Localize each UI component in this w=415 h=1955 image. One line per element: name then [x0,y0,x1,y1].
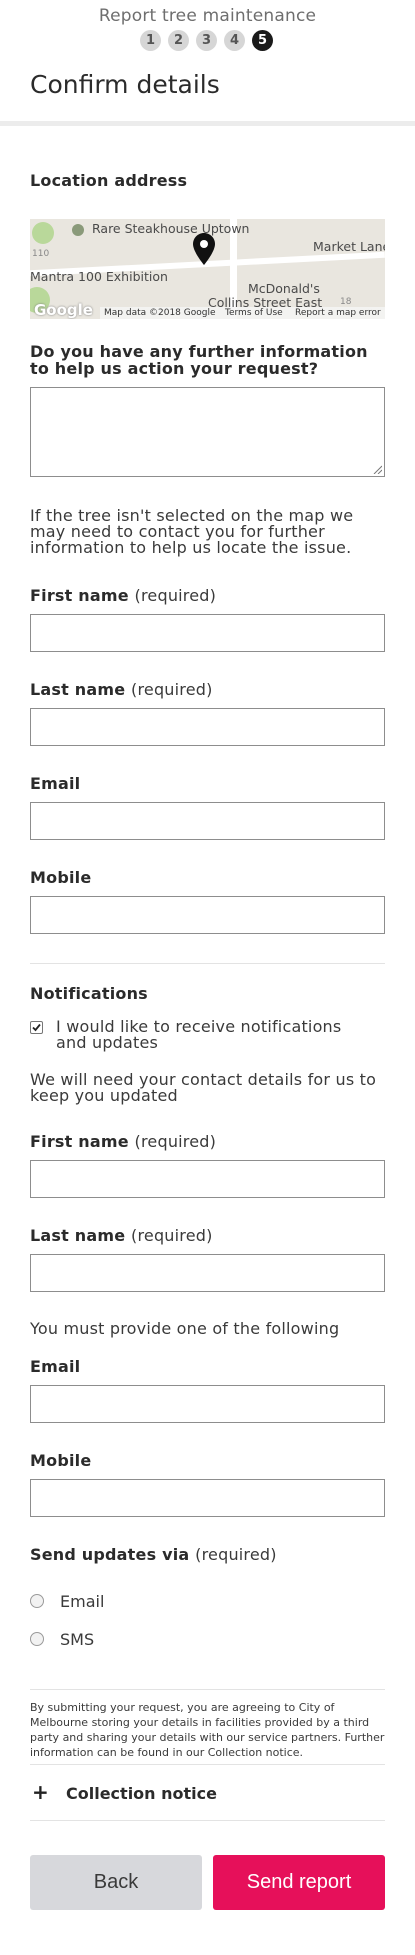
google-logo: Google [34,301,93,319]
divider [30,963,385,964]
mobile-label: Mobile [30,868,92,887]
email-input[interactable] [30,802,385,840]
notifications-checkbox-label[interactable]: I would like to receive notifications an… [56,1019,376,1051]
collection-notice-toggle[interactable]: + Collection notice [30,1780,385,1810]
step-indicator: 1 2 3 4 5 [140,30,273,51]
step-4: 4 [224,30,245,51]
map-poi-icon [72,224,84,236]
map-place: McDonald's [248,281,320,296]
checkmark-icon [32,1023,41,1032]
notify-email-input[interactable] [30,1385,385,1423]
page-header: Report tree maintenance 1 2 3 4 5 Confir… [0,0,415,126]
privacy-statement: By submitting your request, you are agre… [30,1701,385,1759]
map-report-error-link[interactable]: Report a map error [295,308,381,318]
send-via-email-label[interactable]: Email [60,1592,104,1611]
notify-first-name-input[interactable] [30,1160,385,1198]
map-place: Rare Steakhouse Uptown [92,221,250,236]
first-name-input[interactable] [30,614,385,652]
notify-last-name-label: Last name (required) [30,1226,213,1245]
notify-mobile-input[interactable] [30,1479,385,1517]
header-title: Report tree maintenance [98,6,317,26]
notify-email-label: Email [30,1357,81,1376]
send-via-email-radio[interactable] [30,1594,44,1608]
further-info-label: Do you have any further information to h… [30,342,368,378]
collection-notice-label: Collection notice [66,1784,217,1803]
notifications-heading: Notifications [30,984,148,1003]
location-label: Location address [30,171,188,190]
map-terms-link[interactable]: Terms of Use [225,308,283,318]
divider [30,1689,385,1690]
last-name-label: Last name (required) [30,680,213,699]
notify-last-name-input[interactable] [30,1254,385,1292]
mobile-input[interactable] [30,896,385,934]
back-button[interactable]: Back [30,1855,202,1910]
send-via-sms-label[interactable]: SMS [60,1630,94,1649]
map-attribution: Map data ©2018 Google [104,308,216,318]
step-1: 1 [140,30,161,51]
step-2: 2 [168,30,189,51]
provide-one-note: You must provide one of the following [30,1319,340,1338]
step-3: 3 [196,30,217,51]
first-name-label: First name (required) [30,586,217,605]
notify-mobile-label: Mobile [30,1451,92,1470]
send-via-sms-radio[interactable] [30,1632,44,1646]
location-map[interactable]: Rare Steakhouse Uptown Market Lane Mantr… [30,219,385,319]
last-name-input[interactable] [30,708,385,746]
notify-first-name-label: First name (required) [30,1132,217,1151]
map-park [32,222,54,244]
plus-icon: + [32,1780,49,1804]
map-place: Mantra 100 Exhibition [30,269,168,284]
further-info-textarea[interactable] [30,387,385,477]
map-number: 110 [32,249,50,259]
notifications-checkbox[interactable] [30,1021,43,1034]
send-report-button[interactable]: Send report [213,1855,385,1910]
tree-location-note: If the tree isn't selected on the map we… [30,506,354,557]
divider [30,1764,385,1765]
map-number: 18 [340,297,352,307]
resize-handle-icon[interactable] [372,464,382,474]
map-place: Market Lane [313,239,385,254]
send-via-label: Send updates via (required) [30,1545,277,1564]
divider [30,1820,385,1821]
step-5-current: 5 [252,30,273,51]
notifications-note: We will need your contact details for us… [30,1070,377,1105]
page-title: Confirm details [30,70,220,99]
map-pin-icon [193,233,215,265]
email-label: Email [30,774,81,793]
